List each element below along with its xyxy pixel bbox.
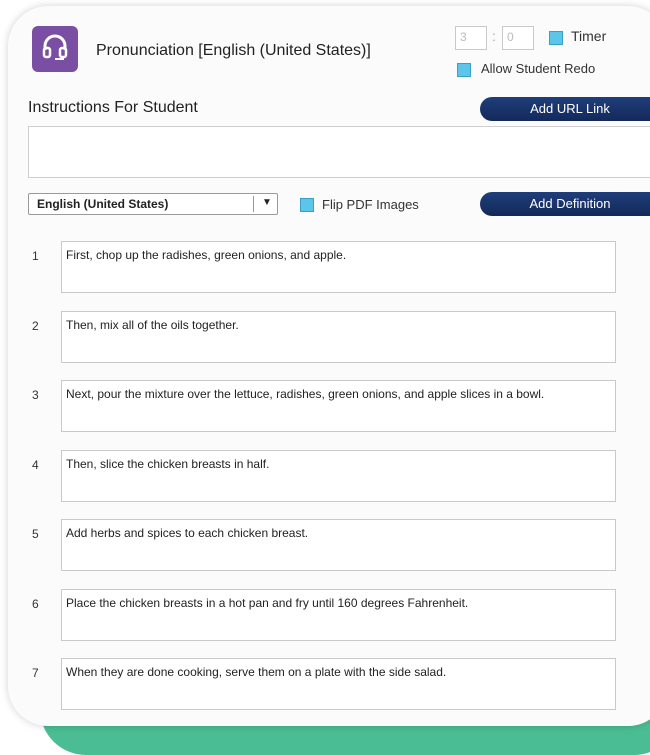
add-url-link-button[interactable]: Add URL Link <box>480 97 650 121</box>
timer-minutes-input[interactable]: 3 <box>455 26 487 50</box>
select-divider <box>253 196 254 212</box>
sentence-input[interactable]: Add herbs and spices to each chicken bre… <box>61 519 616 571</box>
language-select-value: English (United States) <box>37 197 169 211</box>
flip-pdf-label: Flip PDF Images <box>322 197 419 212</box>
timer-label: Timer <box>571 28 607 44</box>
instructions-label: Instructions For Student <box>28 99 198 116</box>
sentence-input[interactable]: Place the chicken breasts in a hot pan a… <box>61 589 616 641</box>
sentence-input[interactable]: Next, pour the mixture over the lettuce,… <box>61 380 616 432</box>
question-card: Pronunciation [English (United States)] … <box>8 6 650 726</box>
row-number: 5 <box>32 527 39 541</box>
row-number: 6 <box>32 597 39 611</box>
sentence-input[interactable]: When they are done cooking, serve them o… <box>61 658 616 710</box>
instructions-input[interactable] <box>28 126 650 178</box>
timer-checkbox[interactable] <box>549 31 563 45</box>
row-number: 3 <box>32 388 39 402</box>
row-number: 1 <box>32 249 39 263</box>
add-definition-button[interactable]: Add Definition <box>480 192 650 216</box>
pronunciation-tile <box>32 26 78 72</box>
flip-pdf-checkbox[interactable] <box>300 198 314 212</box>
language-select[interactable]: English (United States) ▼ <box>28 193 278 215</box>
headset-icon <box>41 32 69 67</box>
timer-separator: : <box>492 28 496 44</box>
page-title: Pronunciation [English (United States)] <box>96 42 371 59</box>
row-number: 2 <box>32 319 39 333</box>
allow-redo-label: Allow Student Redo <box>481 61 596 76</box>
row-number: 4 <box>32 458 39 472</box>
allow-redo-checkbox[interactable] <box>457 63 471 77</box>
timer-seconds-input[interactable]: 0 <box>502 26 534 50</box>
sentence-input[interactable]: First, chop up the radishes, green onion… <box>61 241 616 293</box>
sentence-input[interactable]: Then, slice the chicken breasts in half. <box>61 450 616 502</box>
sentence-input[interactable]: Then, mix all of the oils together. <box>61 311 616 363</box>
row-number: 7 <box>32 666 39 680</box>
chevron-down-icon: ▼ <box>262 197 272 208</box>
